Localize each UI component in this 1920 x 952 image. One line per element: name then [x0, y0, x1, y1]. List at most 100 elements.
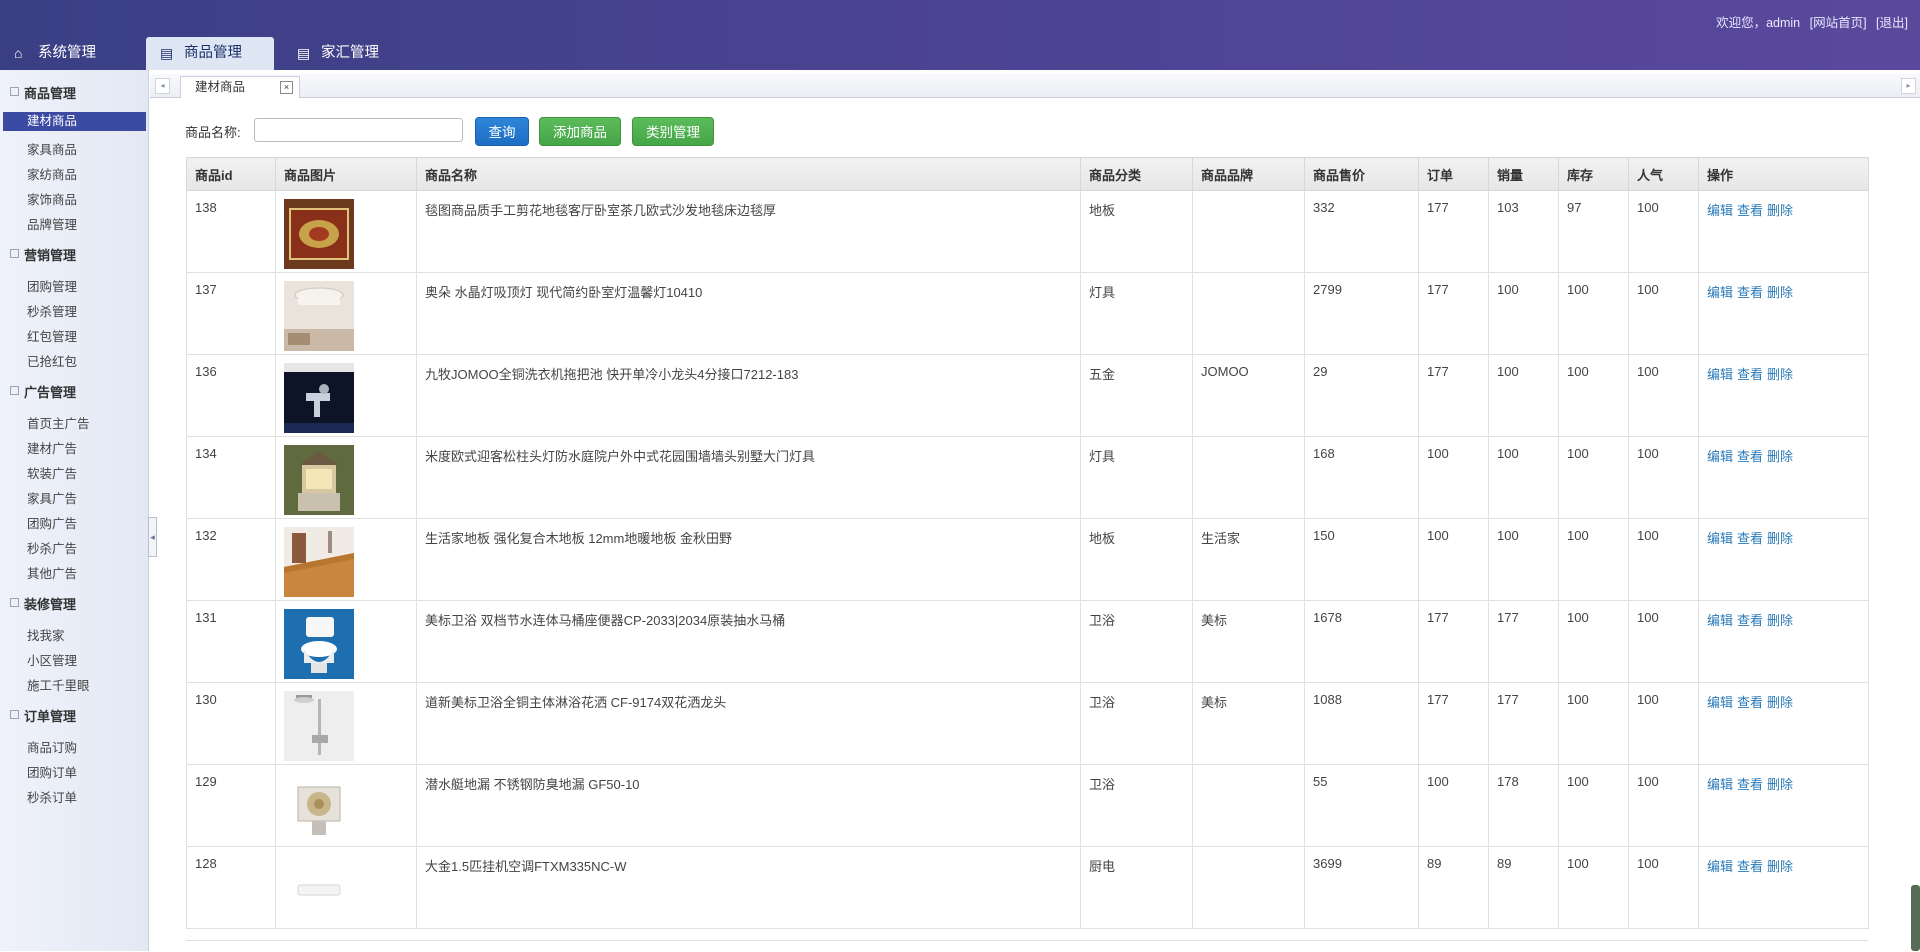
edit-link[interactable]: 编辑: [1707, 367, 1733, 382]
delete-link[interactable]: 删除: [1767, 367, 1793, 382]
col-id[interactable]: 商品id: [186, 157, 276, 191]
cell-name: 大金1.5匹挂机空调FTXM335NC-W: [416, 846, 1081, 929]
category-management-button[interactable]: 类别管理: [632, 117, 714, 146]
tabs-scroll-right-icon[interactable]: ▸: [1901, 78, 1916, 94]
table-row: 136 九牧JOMOO全铜洗衣机拖把池 快开单冷小龙头4分接口7212-183 五金…: [186, 354, 1869, 437]
edit-link[interactable]: 编辑: [1707, 449, 1733, 464]
sidebar-collapse-handle[interactable]: ◂: [148, 517, 157, 557]
edit-link[interactable]: 编辑: [1707, 777, 1733, 792]
cell-actions: 编辑 查看 删除: [1698, 354, 1869, 437]
tab-label: 家汇管理: [321, 45, 379, 61]
cell-orders: 177: [1418, 354, 1489, 437]
cell-orders: 177: [1418, 272, 1489, 355]
col-popularity[interactable]: 人气: [1628, 157, 1699, 191]
sidebar-item-furniture-ad[interactable]: 家具广告: [27, 488, 77, 507]
delete-link[interactable]: 删除: [1767, 695, 1793, 710]
cell-sales: 100: [1488, 354, 1559, 437]
sidebar-item-flash-sale[interactable]: 秒杀管理: [27, 301, 77, 320]
sidebar-section-renovation[interactable]: 装修管理: [10, 594, 76, 613]
edit-link[interactable]: 编辑: [1707, 613, 1733, 628]
sidebar-item-flash-orders[interactable]: 秒杀订单: [27, 787, 77, 806]
cell-category: 厨电: [1080, 846, 1193, 929]
view-link[interactable]: 查看: [1737, 531, 1763, 546]
col-image[interactable]: 商品图片: [275, 157, 417, 191]
logout-link[interactable]: [退出]: [1876, 16, 1908, 30]
col-sales[interactable]: 销量: [1488, 157, 1559, 191]
cell-price: 2799: [1304, 272, 1419, 355]
product-name-input[interactable]: [254, 118, 463, 142]
edit-link[interactable]: 编辑: [1707, 859, 1733, 874]
sidebar-item-material-ad[interactable]: 建材广告: [27, 438, 77, 457]
view-link[interactable]: 查看: [1737, 859, 1763, 874]
scroll-widget[interactable]: [1911, 885, 1920, 951]
cell-price: 332: [1304, 190, 1419, 273]
col-price[interactable]: 商品售价: [1304, 157, 1419, 191]
add-product-button[interactable]: 添加商品: [539, 117, 621, 146]
sidebar-item-groupbuy-ad[interactable]: 团购广告: [27, 513, 77, 532]
delete-link[interactable]: 删除: [1767, 449, 1793, 464]
delete-link[interactable]: 删除: [1767, 531, 1793, 546]
cell-sales: 89: [1488, 846, 1559, 929]
sidebar-section-orders[interactable]: 订单管理: [10, 706, 76, 725]
sidebar-section-ads[interactable]: 广告管理: [10, 382, 76, 401]
sidebar-item-building-materials[interactable]: 建材商品: [3, 112, 146, 131]
tab-jiahui-management[interactable]: ▤ 家汇管理: [283, 37, 413, 70]
view-link[interactable]: 查看: [1737, 695, 1763, 710]
view-link[interactable]: 查看: [1737, 613, 1763, 628]
home-link[interactable]: [网站首页]: [1810, 16, 1867, 30]
tabs-scroll-left-icon[interactable]: ◂: [155, 78, 170, 94]
page-tab-building-materials[interactable]: 建材商品 ×: [180, 76, 300, 98]
sidebar-item-community[interactable]: 小区管理: [27, 650, 77, 669]
sidebar-item-flash-ad[interactable]: 秒杀广告: [27, 538, 77, 557]
list-icon: ▤: [160, 45, 174, 61]
col-actions[interactable]: 操作: [1698, 157, 1869, 191]
sidebar-item-product-orders[interactable]: 商品订购: [27, 737, 77, 756]
delete-link[interactable]: 删除: [1767, 285, 1793, 300]
sidebar-item-construction-view[interactable]: 施工千里眼: [27, 675, 90, 694]
sidebar-item-claimed-packet[interactable]: 已抢红包: [27, 351, 77, 370]
sidebar-item-other-ad[interactable]: 其他广告: [27, 563, 77, 582]
sidebar-item-soft-ad[interactable]: 软装广告: [27, 463, 77, 482]
view-link[interactable]: 查看: [1737, 777, 1763, 792]
tab-product-management[interactable]: ▤ 商品管理: [146, 37, 274, 70]
delete-link[interactable]: 删除: [1767, 859, 1793, 874]
edit-link[interactable]: 编辑: [1707, 285, 1733, 300]
sidebar-item-home-ad[interactable]: 首页主广告: [27, 413, 90, 432]
sidebar-item-group-buy[interactable]: 团购管理: [27, 276, 77, 295]
view-link[interactable]: 查看: [1737, 203, 1763, 218]
close-icon[interactable]: ×: [280, 81, 293, 94]
col-category[interactable]: 商品分类: [1080, 157, 1193, 191]
sidebar-item-brand[interactable]: 品牌管理: [27, 214, 77, 233]
view-link[interactable]: 查看: [1737, 449, 1763, 464]
sidebar-section-product[interactable]: 商品管理: [10, 83, 76, 102]
cell-id: 134: [186, 436, 276, 519]
col-brand[interactable]: 商品品牌: [1192, 157, 1305, 191]
table-row: 130 道新美标卫浴全铜主体淋浴花洒 CF-9174双花洒龙头 卫浴 美标 1088 17…: [186, 682, 1869, 765]
col-stock[interactable]: 库存: [1558, 157, 1629, 191]
cell-actions: 编辑 查看 删除: [1698, 846, 1869, 929]
sidebar-item-decor[interactable]: 家饰商品: [27, 189, 77, 208]
tab-system-management[interactable]: ⌂ 系统管理: [0, 37, 140, 70]
col-orders[interactable]: 订单: [1418, 157, 1489, 191]
sidebar-item-find-home[interactable]: 找我家: [27, 625, 65, 644]
sidebar-section-marketing[interactable]: 营销管理: [10, 245, 76, 264]
edit-link[interactable]: 编辑: [1707, 203, 1733, 218]
edit-link[interactable]: 编辑: [1707, 531, 1733, 546]
cell-popularity: 100: [1628, 354, 1699, 437]
sidebar-item-textiles[interactable]: 家纺商品: [27, 164, 77, 183]
sidebar-item-furniture[interactable]: 家具商品: [27, 139, 77, 158]
sidebar-item-red-packet[interactable]: 红包管理: [27, 326, 77, 345]
view-link[interactable]: 查看: [1737, 367, 1763, 382]
delete-link[interactable]: 删除: [1767, 203, 1793, 218]
cell-actions: 编辑 查看 删除: [1698, 764, 1869, 847]
table-header-row: 商品id 商品图片 商品名称 商品分类 商品品牌 商品售价 订单 销量 库存 人…: [186, 157, 1869, 191]
query-button[interactable]: 查询: [475, 117, 529, 146]
delete-link[interactable]: 删除: [1767, 777, 1793, 792]
view-link[interactable]: 查看: [1737, 285, 1763, 300]
cell-name: 美标卫浴 双档节水连体马桶座便器CP-2033|2034原装抽水马桶: [416, 600, 1081, 683]
delete-link[interactable]: 删除: [1767, 613, 1793, 628]
col-name[interactable]: 商品名称: [416, 157, 1081, 191]
edit-link[interactable]: 编辑: [1707, 695, 1733, 710]
sidebar-item-groupbuy-orders[interactable]: 团购订单: [27, 762, 77, 781]
cell-name: 生活家地板 强化复合木地板 12mm地暖地板 金秋田野: [416, 518, 1081, 601]
